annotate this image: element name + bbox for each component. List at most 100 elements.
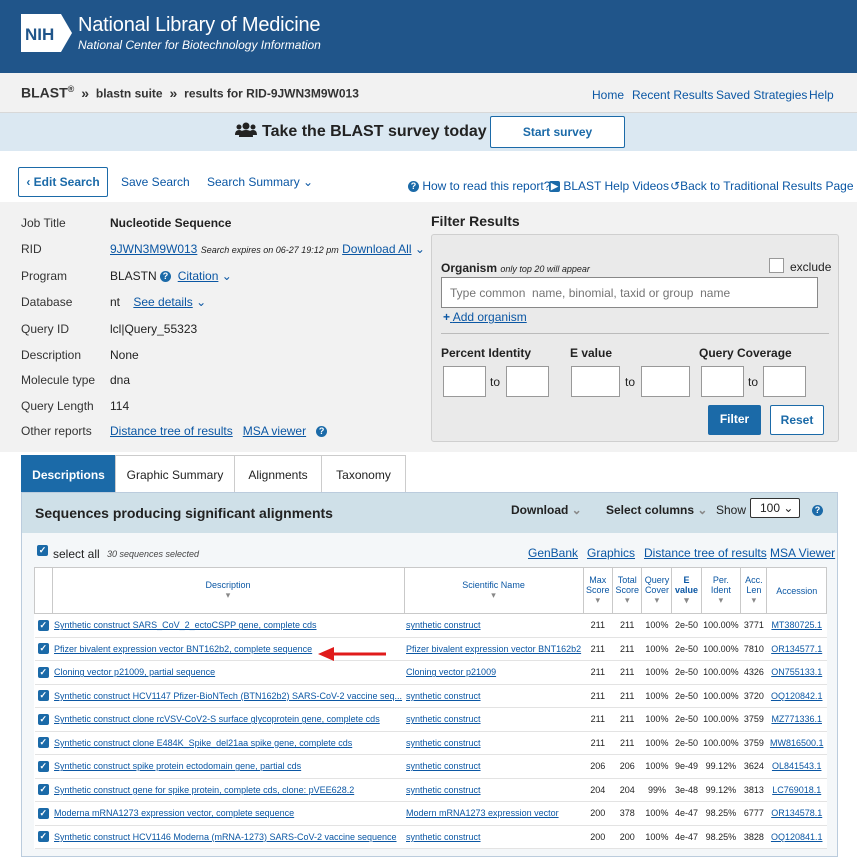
row-checkbox[interactable]: ✓ bbox=[37, 643, 49, 655]
tab-alignments[interactable]: Alignments bbox=[234, 455, 322, 495]
table-row[interactable]: ✓ Synthetic construct SARS_CoV_2_ectoCSPP… bbox=[34, 613, 827, 638]
column-header[interactable]: Total Score ▾ bbox=[612, 567, 643, 614]
search-summary-dropdown[interactable]: Search Summary ⌄ bbox=[207, 175, 313, 189]
accession-link[interactable]: MZ771336.1 bbox=[771, 714, 822, 724]
nav-saved-strategies[interactable]: Saved Strategies bbox=[716, 88, 807, 102]
distance-tree-link[interactable]: Distance tree of results bbox=[110, 424, 233, 438]
column-header[interactable]: Query Cover ▾ bbox=[641, 567, 673, 614]
exclude-checkbox[interactable] bbox=[769, 258, 784, 273]
row-checkbox[interactable]: ✓ bbox=[37, 713, 49, 725]
row-checkbox[interactable]: ✓ bbox=[37, 807, 49, 819]
genbank-link[interactable]: GenBank bbox=[528, 546, 578, 560]
accession-link[interactable]: OQ120842.1 bbox=[771, 691, 823, 701]
table-row[interactable]: ✓ Synthetic construct HCV1146 Moderna (mR… bbox=[34, 825, 827, 849]
reset-button[interactable]: Reset bbox=[770, 405, 824, 435]
description-link[interactable]: Moderna mRNA1273 expression vector, comp… bbox=[54, 808, 294, 818]
tab-graphic-summary[interactable]: Graphic Summary bbox=[115, 455, 235, 495]
description-link[interactable]: Synthetic construct HCV1147 Pfizer-BioNT… bbox=[54, 691, 402, 701]
accession-link[interactable]: MW816500.1 bbox=[770, 738, 824, 748]
column-header[interactable]: Acc. Len ▾ bbox=[740, 567, 768, 614]
nav-home[interactable]: Home bbox=[592, 88, 624, 102]
nih-logo[interactable]: NIH bbox=[21, 14, 72, 52]
row-checkbox[interactable]: ✓ bbox=[37, 619, 49, 631]
column-header[interactable]: Accession bbox=[766, 567, 827, 614]
help-icon[interactable]: ? bbox=[160, 271, 172, 283]
percent-identity-max-input[interactable] bbox=[506, 366, 549, 397]
scientific-name-link[interactable]: synthetic construct bbox=[406, 620, 481, 630]
description-link[interactable]: Synthetic construct HCV1146 Moderna (mRN… bbox=[54, 832, 397, 842]
description-link[interactable]: Synthetic construct clone E484K_Spike_de… bbox=[54, 738, 352, 748]
help-icon[interactable]: ? bbox=[316, 426, 328, 438]
help-videos-link[interactable]: ▶ BLAST Help Videos bbox=[549, 179, 669, 193]
accession-link[interactable]: OR134577.1 bbox=[771, 644, 822, 654]
scientific-name-link[interactable]: synthetic construct bbox=[406, 832, 481, 842]
breadcrumb-blast[interactable]: BLAST bbox=[21, 85, 68, 101]
select-columns-dropdown[interactable]: Select columns ⌄ bbox=[606, 503, 707, 517]
table-row[interactable]: ✓ Synthetic construct clone rcVSV-CoV2-S … bbox=[34, 707, 827, 732]
citation-dropdown[interactable]: Citation bbox=[178, 269, 219, 283]
query-coverage-max-input[interactable] bbox=[763, 366, 806, 397]
scientific-name-link[interactable]: synthetic construct bbox=[406, 691, 481, 701]
table-row[interactable]: ✓ Synthetic construct spike protein ectod… bbox=[34, 754, 827, 779]
traditional-results-link[interactable]: ↺Back to Traditional Results Page bbox=[670, 179, 854, 193]
scientific-name-link[interactable]: synthetic construct bbox=[406, 785, 481, 795]
show-count-select[interactable]: 100 ⌄ bbox=[750, 498, 800, 518]
description-link[interactable]: Synthetic construct spike protein ectodo… bbox=[54, 761, 301, 771]
table-row[interactable]: ✓ Pfizer bivalent expression vector BNT16… bbox=[34, 637, 827, 661]
description-link[interactable]: Synthetic construct clone rcVSV-CoV2-S s… bbox=[54, 714, 380, 724]
evalue-max-input[interactable] bbox=[641, 366, 690, 397]
row-checkbox[interactable]: ✓ bbox=[37, 690, 49, 702]
percent-identity-min-input[interactable] bbox=[443, 366, 486, 397]
scientific-name-link[interactable]: Modern mRNA1273 expression vector bbox=[406, 808, 559, 818]
accession-link[interactable]: OR134578.1 bbox=[771, 808, 822, 818]
table-row[interactable]: ✓ Synthetic construct HCV1147 Pfizer-BioN… bbox=[34, 684, 827, 708]
row-checkbox[interactable]: ✓ bbox=[37, 784, 49, 796]
evalue-min-input[interactable] bbox=[571, 366, 620, 397]
msa-viewer-results-link[interactable]: MSA Viewer bbox=[770, 546, 835, 560]
nav-help[interactable]: Help bbox=[809, 88, 834, 102]
download-dropdown[interactable]: Download ⌄ bbox=[511, 503, 582, 517]
column-header[interactable]: Per. Ident ▾ bbox=[700, 567, 742, 614]
add-organism-link[interactable]: + Add organism bbox=[443, 310, 527, 324]
scientific-name-link[interactable]: synthetic construct bbox=[406, 738, 481, 748]
scientific-name-link[interactable]: Cloning vector p21009 bbox=[406, 667, 496, 677]
accession-link[interactable]: MT380725.1 bbox=[771, 620, 822, 630]
accession-link[interactable]: LC769018.1 bbox=[772, 785, 821, 795]
breadcrumb-suite[interactable]: blastn suite bbox=[96, 87, 163, 101]
accession-link[interactable]: OQ120841.1 bbox=[771, 832, 823, 842]
help-icon[interactable]: ? bbox=[812, 505, 823, 516]
tab-taxonomy[interactable]: Taxonomy bbox=[321, 455, 406, 495]
accession-link[interactable]: ON755133.1 bbox=[771, 667, 822, 677]
query-coverage-min-input[interactable] bbox=[701, 366, 744, 397]
graphics-link[interactable]: Graphics bbox=[587, 546, 635, 560]
save-search-link[interactable]: Save Search bbox=[121, 175, 190, 189]
description-link[interactable]: Pfizer bivalent expression vector BNT162… bbox=[54, 644, 312, 654]
description-link[interactable]: Cloning vector p21009, partial sequence bbox=[54, 667, 215, 677]
column-header[interactable]: Scientific Name ▾ bbox=[403, 567, 584, 614]
table-row[interactable]: ✓ Synthetic construct clone E484K_Spike_d… bbox=[34, 731, 827, 755]
row-checkbox[interactable]: ✓ bbox=[37, 666, 49, 678]
accession-link[interactable]: OL841543.1 bbox=[772, 761, 822, 771]
row-checkbox[interactable]: ✓ bbox=[37, 760, 49, 772]
table-row[interactable]: ✓ Cloning vector p21009, partial sequence… bbox=[34, 660, 827, 685]
download-all-dropdown[interactable]: Download All bbox=[342, 242, 411, 256]
see-details-dropdown[interactable]: See details bbox=[133, 295, 192, 309]
nav-recent-results[interactable]: Recent Results bbox=[632, 88, 713, 102]
tab-descriptions[interactable]: Descriptions bbox=[21, 455, 116, 495]
row-checkbox[interactable]: ✓ bbox=[37, 737, 49, 749]
select-all-checkbox[interactable]: ✓ bbox=[37, 545, 48, 556]
msa-viewer-link[interactable]: MSA viewer bbox=[243, 424, 306, 438]
how-to-read-link[interactable]: ? How to read this report? bbox=[408, 179, 550, 193]
start-survey-button[interactable]: Start survey bbox=[490, 116, 625, 148]
rid-link[interactable]: 9JWN3M9W013 bbox=[110, 242, 197, 256]
table-row[interactable]: ✓ Synthetic construct gene for spike prot… bbox=[34, 778, 827, 802]
column-header[interactable]: E value ▾ bbox=[671, 567, 702, 614]
nlm-title[interactable]: National Library of Medicine bbox=[78, 14, 321, 37]
edit-search-button[interactable]: ‹ Edit Search bbox=[18, 167, 108, 197]
filter-button[interactable]: Filter bbox=[708, 405, 761, 435]
description-link[interactable]: Synthetic construct SARS_CoV_2_ectoCSPP … bbox=[54, 620, 316, 630]
scientific-name-link[interactable]: synthetic construct bbox=[406, 761, 481, 771]
row-checkbox[interactable]: ✓ bbox=[37, 831, 49, 843]
column-header[interactable]: Description ▾ bbox=[51, 567, 405, 614]
table-row[interactable]: ✓ Moderna mRNA1273 expression vector, com… bbox=[34, 801, 827, 826]
